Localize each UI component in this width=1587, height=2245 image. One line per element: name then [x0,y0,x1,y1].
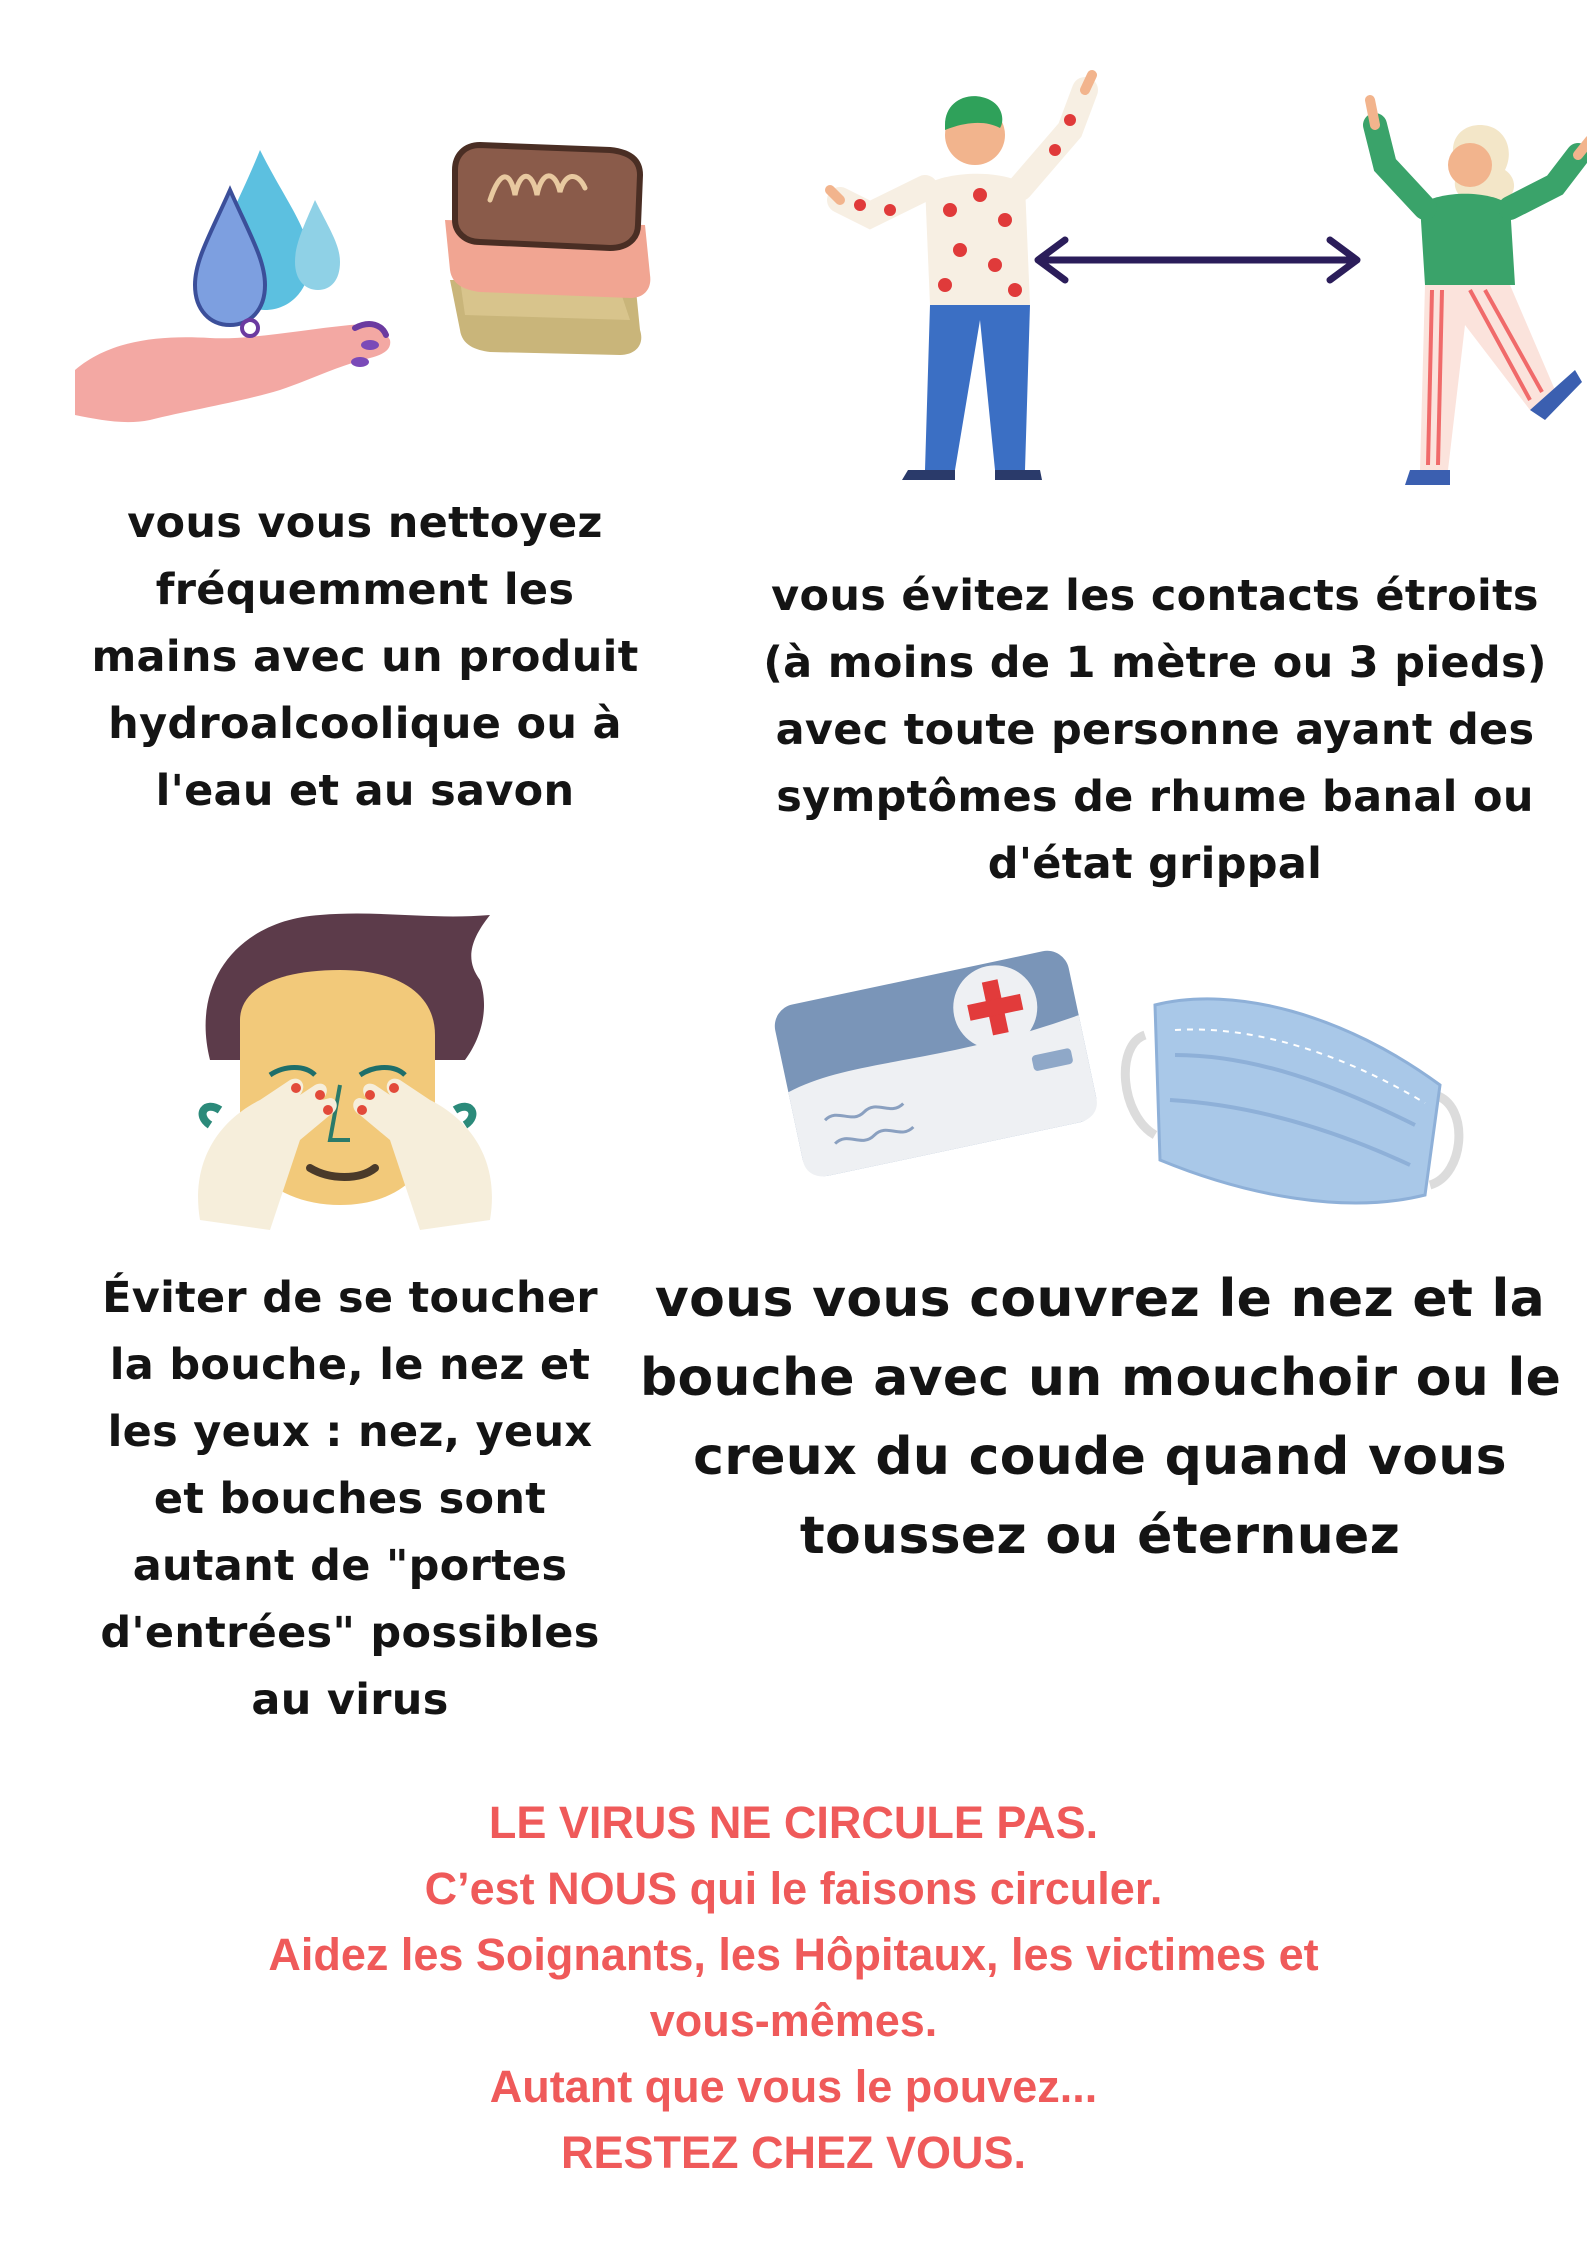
person-right-icon [1363,95,1587,485]
caption-line: vous vous couvrez le nez et la [654,1269,1546,1329]
caption-line: et bouches sont [153,1474,547,1524]
caption-hand-washing: vous vous nettoyez fréquemment les mains… [40,490,690,825]
caption-line: la bouche, le nez et [109,1340,591,1390]
soap-bars-icon [445,141,651,355]
caption-line: symptômes de rhume banal ou [776,772,1534,822]
distance-arrow-icon [1034,236,1361,284]
caption-line: hydroalcoolique ou à [108,699,622,749]
caption-line: d'état grippal [987,839,1323,889]
footer-line: RESTEZ CHEZ VOUS. [560,2127,1027,2178]
water-drops-icon [192,150,340,328]
caption-line: l'eau et au savon [155,766,575,816]
footer-line: vous-mêmes. [649,1995,938,2046]
caption-line: d'entrées" possibles [100,1608,600,1658]
water-hand-illustration [75,150,391,423]
caption-line: au virus [251,1675,449,1725]
face-touch-icon [198,913,492,1230]
caption-line: autant de "portes [132,1541,568,1591]
caption-line: toussez ou éternuez [799,1506,1401,1566]
footer-line: Autant que vous le pouvez... [489,2061,1098,2112]
distance-illustration [825,70,1587,485]
caption-line: les yeux : nez, yeux [107,1407,593,1457]
caption-line: mains avec un produit [91,632,639,682]
caption-line: Éviter de se toucher [102,1273,598,1323]
footer-line: LE VIRUS NE CIRCULE PAS. [488,1797,1099,1848]
hand-icon [75,318,391,423]
medical-card-icon [774,950,1097,1177]
caption-line: vous évitez les contacts étroits [771,571,1539,621]
caption-line: creux du coude quand vous [693,1427,1507,1487]
footer-line: Aidez les Soignants, les Hôpitaux, les v… [268,1929,1319,1980]
caption-line: fréquemment les [155,565,575,615]
footer-message: LE VIRUS NE CIRCULE PAS. C’est NOUS qui … [0,1790,1587,2186]
caption-cover: vous vous couvrez le nez et la bouche av… [640,1260,1562,1576]
person-left-icon [825,70,1098,480]
footer-line: C’est NOUS qui le faisons circuler. [424,1863,1163,1914]
caption-face-touch: Éviter de se toucher la bouche, le nez e… [40,1265,660,1734]
caption-line: vous vous nettoyez [127,498,603,548]
caption-line: (à moins de 1 mètre ou 3 pieds) [763,638,1547,688]
caption-line: avec toute personne ayant des [775,705,1535,755]
caption-distance: vous évitez les contacts étroits (à moin… [740,563,1570,898]
caption-line: bouche avec un mouchoir ou le [640,1348,1562,1408]
face-mask-icon [1120,997,1464,1205]
